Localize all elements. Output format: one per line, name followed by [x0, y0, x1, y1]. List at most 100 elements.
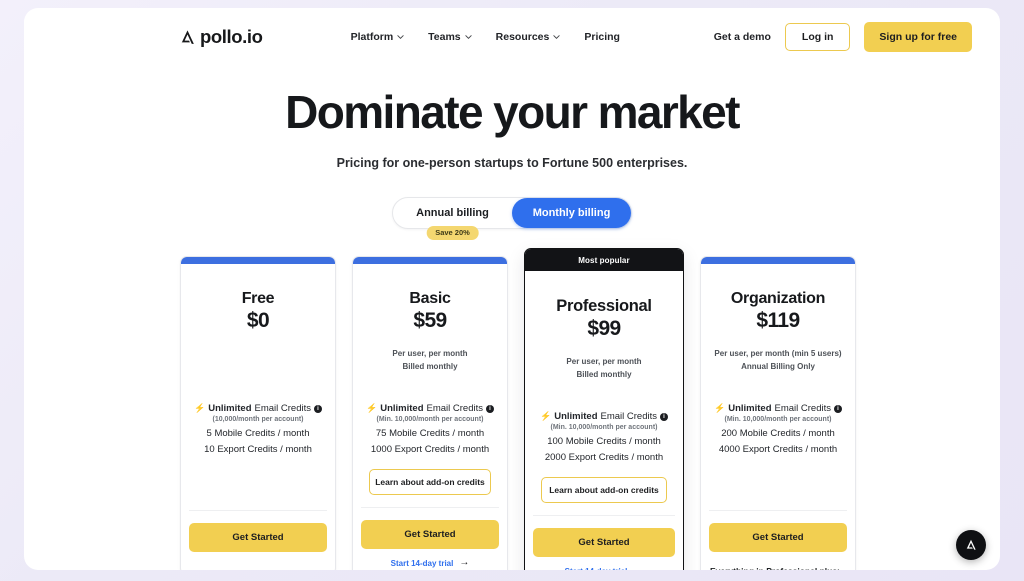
plan-name: Basic: [409, 290, 451, 307]
get-started-button[interactable]: Get Started: [361, 520, 499, 550]
plan-features: ⚡ Unlimited Email Credits i (10,000/mont…: [191, 403, 325, 455]
nav-links: Platform Teams Resources Pricing: [351, 31, 620, 43]
addon-spacer: [711, 455, 845, 498]
get-started-button[interactable]: Get Started: [709, 523, 847, 553]
plan-price: $119: [756, 309, 800, 332]
card-divider: [189, 510, 327, 511]
card-divider: [533, 515, 675, 517]
info-icon[interactable]: i: [834, 404, 842, 413]
feature-mobile-credits: 5 Mobile Credits / month: [206, 428, 310, 439]
start-trial-link[interactable]: Start 14-day trial →: [353, 558, 507, 570]
toggle-monthly-billing-label: Monthly billing: [532, 206, 611, 219]
browser-viewport: pollo.io Platform Teams Resources Pricin…: [0, 0, 1024, 581]
feature-text: Email Credits: [774, 403, 832, 415]
nav-item-teams-label: Teams: [428, 31, 461, 43]
card-body: Professional $99 Per user, per month Bil…: [525, 271, 683, 504]
start-trial-link[interactable]: Start 14-day trial →: [525, 566, 683, 570]
toggle-monthly-billing[interactable]: Monthly billing: [512, 197, 631, 228]
apollo-logo[interactable]: pollo.io: [178, 26, 263, 48]
billing-period-toggle[interactable]: Annual billing Save 20% Monthly billing: [392, 196, 632, 240]
card-accent-bar: [701, 257, 855, 264]
pricing-cards: Free $0 ⚡ Unlimited Email Credits i (10,…: [180, 248, 880, 570]
plan-features: ⚡ Unlimited Email Credits i (Min. 10,000…: [363, 403, 497, 455]
card-footer-spacer: [181, 552, 335, 570]
apollo-logo-icon: [966, 539, 976, 550]
plan-name: Free: [241, 290, 275, 307]
feature-note: (10,000/month per account): [212, 416, 304, 423]
pricing-card-professional: Most popular Professional $99 Per user, …: [524, 248, 684, 570]
toggle-annual-billing-label: Annual billing: [416, 206, 489, 219]
card-divider: [709, 510, 847, 512]
toggle-annual-billing[interactable]: Annual billing Save 20%: [393, 198, 512, 240]
login-button[interactable]: Log in: [784, 23, 851, 51]
card-body: Basic $59 Per user, per month Billed mon…: [353, 264, 507, 496]
feature-email-credits: ⚡ Unlimited Email Credits i: [363, 403, 497, 414]
feature-note: (Min. 10,000/month per account): [550, 424, 658, 432]
most-popular-badge: Most popular: [525, 249, 683, 271]
bolt-icon: ⚡: [366, 403, 378, 414]
info-icon[interactable]: i: [486, 404, 494, 413]
feature-note: (Min. 10,000/month per account): [376, 416, 484, 424]
plan-meta-line-2: Billed monthly: [402, 362, 458, 372]
feature-email-credits: ⚡ Unlimited Email Credits i: [535, 411, 673, 422]
feature-highlight: Unlimited: [554, 411, 598, 423]
info-icon[interactable]: i: [660, 412, 668, 421]
nav-item-pricing[interactable]: Pricing: [584, 31, 620, 43]
bolt-icon: ⚡: [194, 403, 206, 413]
feature-highlight: Unlimited: [380, 403, 424, 415]
plan-price: $99: [587, 317, 621, 340]
get-started-button[interactable]: Get Started: [533, 528, 675, 558]
pricing-card-free: Free $0 ⚡ Unlimited Email Credits i (10,…: [180, 256, 336, 570]
plan-price: $0: [246, 309, 270, 332]
page-title: Dominate your market: [285, 86, 740, 138]
feature-export-credits: 10 Export Credits / month: [204, 444, 312, 455]
hero-section: Dominate your market Pricing for one-per…: [24, 86, 1000, 170]
feature-highlight: Unlimited: [728, 403, 772, 415]
plan-meta: Per user, per month Billed monthly: [535, 355, 673, 381]
chevron-down-icon: [553, 35, 560, 39]
get-started-button[interactable]: Get Started: [189, 523, 327, 552]
feature-export-credits: 1000 Export Credits / month: [370, 444, 490, 456]
feature-text: Email Credits: [254, 403, 312, 414]
nav-item-teams[interactable]: Teams: [428, 31, 472, 43]
nav-item-resources-label: Resources: [495, 31, 550, 43]
card-body: Free $0 ⚡ Unlimited Email Credits i (10,…: [181, 264, 335, 498]
plan-meta: Per user, per month (min 5 users) Annual…: [711, 347, 845, 373]
arrow-right-icon: →: [633, 566, 643, 570]
save-20-percent-badge: Save 20%: [426, 225, 479, 240]
apollo-floating-button[interactable]: [956, 530, 986, 560]
arrow-right-icon: →: [459, 557, 470, 569]
plan-meta-line-2: Billed monthly: [576, 370, 632, 380]
info-icon[interactable]: i: [314, 404, 322, 413]
card-divider: [361, 507, 499, 509]
plan-name: Professional: [556, 297, 652, 315]
hero-subtitle: Pricing for one-person startups to Fortu…: [336, 155, 688, 170]
plan-meta: [191, 347, 325, 373]
feature-mobile-credits: 200 Mobile Credits / month: [721, 428, 835, 440]
plan-meta-line-2: Annual Billing Only: [741, 362, 815, 372]
nav-actions: Get a demo Log in Sign up for free: [714, 22, 972, 52]
start-trial-label: Start 14-day trial: [390, 558, 454, 568]
card-accent-bar: [181, 257, 335, 264]
pricing-card-organization: Organization $119 Per user, per month (m…: [700, 256, 856, 570]
plan-name: Organization: [730, 290, 826, 307]
get-a-demo-link[interactable]: Get a demo: [714, 31, 771, 43]
plan-price: $59: [413, 309, 447, 332]
nav-item-pricing-label: Pricing: [584, 31, 620, 43]
nav-item-platform[interactable]: Platform: [351, 31, 405, 43]
plan-features: ⚡ Unlimited Email Credits i (Min. 10,000…: [711, 403, 845, 455]
chevron-down-icon: [465, 35, 472, 39]
nav-item-resources[interactable]: Resources: [496, 31, 561, 43]
plan-meta-line-1: Per user, per month (min 5 users): [714, 349, 842, 358]
signup-button[interactable]: Sign up for free: [864, 22, 972, 52]
learn-about-addon-credits-button[interactable]: Learn about add-on credits: [541, 477, 667, 504]
addon-spacer: [191, 455, 325, 498]
bolt-icon: ⚡: [714, 403, 726, 414]
feature-export-credits: 2000 Export Credits / month: [544, 452, 664, 464]
bolt-icon: ⚡: [540, 411, 552, 422]
feature-mobile-credits: 75 Mobile Credits / month: [375, 428, 485, 440]
plan-meta: Per user, per month Billed monthly: [363, 347, 497, 373]
learn-about-addon-credits-button[interactable]: Learn about add-on credits: [369, 469, 491, 496]
apollo-logo-text: pollo.io: [200, 26, 263, 47]
top-navigation-bar: pollo.io Platform Teams Resources Pricin…: [24, 8, 1000, 66]
